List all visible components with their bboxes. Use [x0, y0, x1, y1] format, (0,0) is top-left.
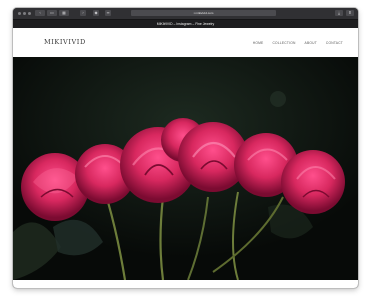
site-logo[interactable]: MIKIVIVID	[44, 28, 86, 57]
download-button[interactable]: ⤓	[335, 10, 343, 16]
close-window-button[interactable]	[18, 12, 21, 15]
forward-button[interactable]: ›	[80, 10, 86, 16]
zoom-window-button[interactable]	[28, 12, 31, 15]
site-header: MIKIVIVID HOME COLLECTION ABOUT CONTACT	[13, 28, 358, 57]
minimize-window-button[interactable]	[23, 12, 26, 15]
tab-overview-button[interactable]: ▦	[59, 10, 69, 16]
nav-collection[interactable]: COLLECTION	[272, 41, 295, 45]
address-text: mikivivid.com	[195, 11, 214, 15]
share-icon: ⬆	[348, 10, 352, 15]
tabs-icon: ▦	[62, 10, 66, 15]
site-nav: HOME COLLECTION ABOUT CONTACT	[253, 28, 343, 57]
shield-icon: ◆	[94, 10, 98, 15]
rose-far-right	[281, 150, 345, 214]
browser-toolbar: ‹ ▭ ▦ › ◆ ≡ ▪ mikivivid.com ⤓ ⬆	[13, 8, 358, 19]
hero-image	[13, 57, 358, 280]
address-bar[interactable]: ▪ mikivivid.com	[131, 10, 276, 16]
shield-button[interactable]: ◆	[93, 10, 99, 16]
forward-icon: ›	[82, 10, 84, 15]
nav-about[interactable]: ABOUT	[305, 41, 317, 45]
sidebar-button[interactable]: ▭	[47, 10, 57, 16]
reader-button[interactable]: ≡	[105, 10, 111, 16]
sidebar-icon: ▭	[50, 10, 54, 15]
download-icon: ⤓	[338, 10, 340, 15]
roses-photo	[13, 57, 358, 280]
reader-icon: ≡	[106, 10, 110, 15]
back-button[interactable]: ‹	[35, 10, 45, 16]
nav-contact[interactable]: CONTACT	[326, 41, 343, 45]
nav-home[interactable]: HOME	[253, 41, 264, 45]
share-button[interactable]: ⬆	[346, 10, 354, 16]
browser-window: ‹ ▭ ▦ › ◆ ≡ ▪ mikivivid.com ⤓ ⬆ ✕ MIKIVI…	[13, 8, 358, 288]
back-icon: ‹	[39, 10, 41, 15]
page-footer-strip	[13, 280, 358, 288]
